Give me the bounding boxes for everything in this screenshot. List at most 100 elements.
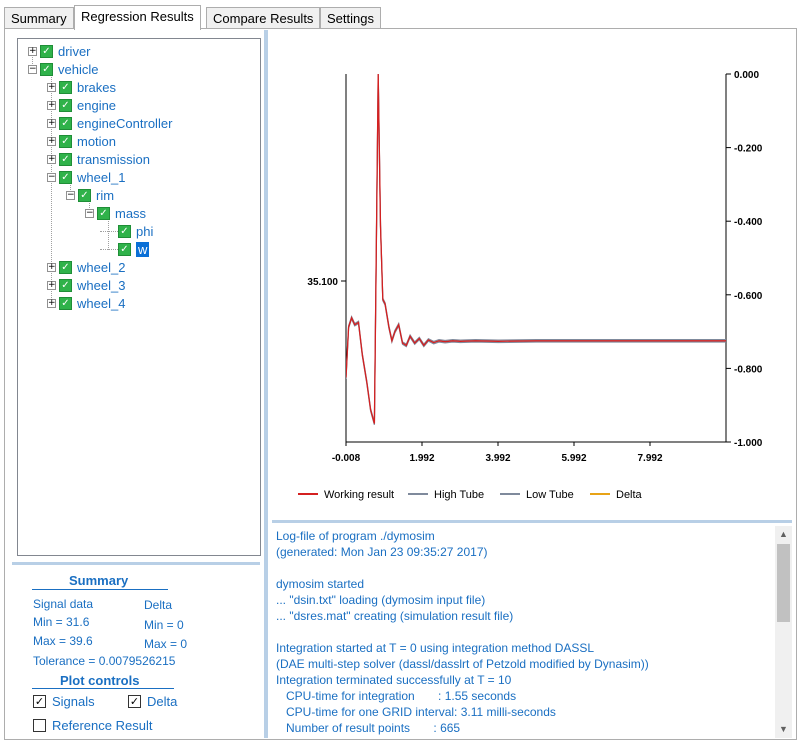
tree-node-label: driver (58, 43, 91, 59)
checkbox-checked-icon[interactable]: ✓ (59, 170, 72, 184)
log-panel[interactable]: ▲ ▼ Log-file of program ./dymosim (genera… (272, 526, 792, 738)
tree-node-vehicle[interactable]: − ✓ vehicle (28, 60, 98, 78)
collapse-icon[interactable]: − (47, 172, 56, 182)
legend-label: Working result (324, 489, 394, 501)
log-line: CPU-time for one GRID interval: 3.11 mil… (276, 705, 556, 719)
log-line: ... "dsres.mat" creating (simulation res… (276, 609, 514, 623)
tree-node-enginecontroller[interactable]: + ✓ engineController (47, 114, 172, 132)
tab-summary[interactable]: Summary (4, 7, 74, 29)
tree-node-transmission[interactable]: + ✓ transmission (47, 150, 150, 168)
right-tick-label: 0.000 (734, 70, 759, 81)
log-line: Log-file of program ./dymosim (276, 529, 435, 543)
expand-icon[interactable]: + (47, 298, 56, 308)
log-line: (DAE multi-step solver (dassl/dasslrt of… (276, 657, 649, 671)
tree-node-rim[interactable]: − ✓ rim (66, 186, 114, 204)
series-working-result (346, 74, 726, 424)
tree-node-label: motion (77, 133, 117, 149)
checkbox-checked-icon[interactable]: ✓ (40, 44, 53, 58)
scroll-down-icon[interactable]: ▼ (775, 721, 792, 738)
tree-node-label: wheel_4 (77, 295, 126, 311)
collapse-icon[interactable]: − (28, 64, 37, 74)
tree-node-w[interactable]: ✓ w (100, 240, 150, 258)
collapse-icon[interactable]: − (85, 208, 94, 218)
reference-result-checkbox[interactable] (33, 719, 46, 732)
tab-compare-results[interactable]: Compare Results (206, 7, 321, 29)
expand-icon[interactable]: + (47, 100, 56, 110)
delta-label: Delta (144, 598, 173, 612)
scroll-up-icon[interactable]: ▲ (775, 526, 792, 543)
checkbox-checked-icon[interactable]: ✓ (59, 260, 72, 274)
tree-node-driver[interactable]: + ✓ driver (28, 42, 91, 60)
expand-icon[interactable]: + (47, 118, 56, 128)
tree-node-label: engineController (77, 115, 173, 131)
tree-node-wheel-3[interactable]: + ✓ wheel_3 (47, 276, 125, 294)
legend-label: Delta (616, 489, 643, 501)
log-line: (generated: Mon Jan 23 09:35:27 2017) (276, 545, 488, 559)
plot-controls-title: Plot controls (60, 673, 140, 688)
log-scrollbar[interactable]: ▲ ▼ (775, 526, 792, 738)
delta-max: Max = 0 (144, 637, 188, 651)
tree-node-label: transmission (77, 151, 150, 167)
tree-node-phi[interactable]: ✓ phi (100, 222, 153, 240)
summary-panel: Summary Signal data Delta Min = 31.6 Min… (12, 568, 262, 738)
checkbox-checked-icon[interactable]: ✓ (59, 98, 72, 112)
expand-icon[interactable]: + (47, 82, 56, 92)
expand-icon[interactable]: + (47, 136, 56, 146)
log-line: Number of result points : 665 (276, 721, 461, 735)
expand-icon[interactable]: + (28, 46, 37, 56)
expand-icon[interactable]: + (47, 280, 56, 290)
tree-node-motion[interactable]: + ✓ motion (47, 132, 116, 150)
delta-checkbox[interactable]: ✓ (128, 695, 141, 708)
x-tick-label: 1.992 (409, 453, 434, 464)
checkbox-checked-icon[interactable]: ✓ (97, 206, 110, 220)
checkbox-checked-icon[interactable]: ✓ (78, 188, 91, 202)
log-line: ... "dsin.txt" loading (dymosim input fi… (276, 593, 486, 607)
legend-label: Low Tube (526, 489, 574, 501)
log-line: dymosim started (276, 577, 365, 591)
right-tick-label: -0.400 (734, 217, 763, 228)
series-high-tube (346, 74, 726, 423)
series-low-tube (346, 75, 726, 425)
checkbox-checked-icon[interactable]: ✓ (40, 62, 53, 76)
expand-icon[interactable]: + (47, 262, 56, 272)
checkbox-checked-icon[interactable]: ✓ (118, 242, 131, 256)
tab-regression-results[interactable]: Regression Results (74, 5, 201, 30)
collapse-icon[interactable]: − (66, 190, 75, 200)
x-tick-label: 7.992 (637, 453, 662, 464)
signal-tree: + ✓ driver − ✓ vehicle + ✓ brakes + ✓ engine + ✓ engin… (17, 38, 261, 556)
signal-min: Min = 31.6 (33, 615, 90, 629)
log-line: CPU-time for integration : 1.55 seconds (276, 689, 517, 703)
vertical-splitter[interactable] (264, 30, 268, 738)
tree-node-wheel-4[interactable]: + ✓ wheel_4 (47, 294, 125, 312)
tree-node-engine[interactable]: + ✓ engine (47, 96, 116, 114)
tree-node-label: phi (136, 223, 154, 239)
delta-min: Min = 0 (144, 618, 184, 632)
expand-icon[interactable]: + (47, 154, 56, 164)
tree-summary-splitter[interactable] (12, 562, 260, 565)
tree-node-brakes[interactable]: + ✓ brakes (47, 78, 116, 96)
checkbox-checked-icon[interactable]: ✓ (59, 296, 72, 310)
signal-data-label: Signal data (33, 597, 94, 611)
signal-max: Max = 39.6 (33, 634, 93, 648)
tree-node-label: wheel_3 (77, 277, 126, 293)
tree-node-label: w (136, 241, 150, 257)
checkbox-checked-icon[interactable]: ✓ (59, 152, 72, 166)
chart-log-splitter[interactable] (272, 520, 792, 523)
chart-svg: -0.008 1.992 3.992 5.992 7.992 0.000 -0.200 -0.… (298, 70, 763, 501)
delta-checkbox-label: Delta (147, 694, 178, 709)
x-tick-label: 3.992 (485, 453, 510, 464)
tree-node-wheel-2[interactable]: + ✓ wheel_2 (47, 258, 125, 276)
tree-node-mass[interactable]: − ✓ mass (85, 204, 146, 222)
summary-title: Summary (69, 573, 129, 588)
scroll-thumb[interactable] (777, 544, 790, 622)
checkbox-checked-icon[interactable]: ✓ (59, 116, 72, 130)
checkbox-checked-icon[interactable]: ✓ (59, 134, 72, 148)
checkbox-checked-icon[interactable]: ✓ (59, 80, 72, 94)
tolerance: Tolerance = 0.0079526215 (33, 654, 176, 668)
checkbox-checked-icon[interactable]: ✓ (118, 224, 131, 238)
checkbox-checked-icon[interactable]: ✓ (59, 278, 72, 292)
tab-settings[interactable]: Settings (320, 7, 381, 29)
signals-checkbox[interactable]: ✓ (33, 695, 46, 708)
tree-node-wheel-1[interactable]: − ✓ wheel_1 (47, 168, 125, 186)
tree-node-label: rim (96, 187, 115, 203)
